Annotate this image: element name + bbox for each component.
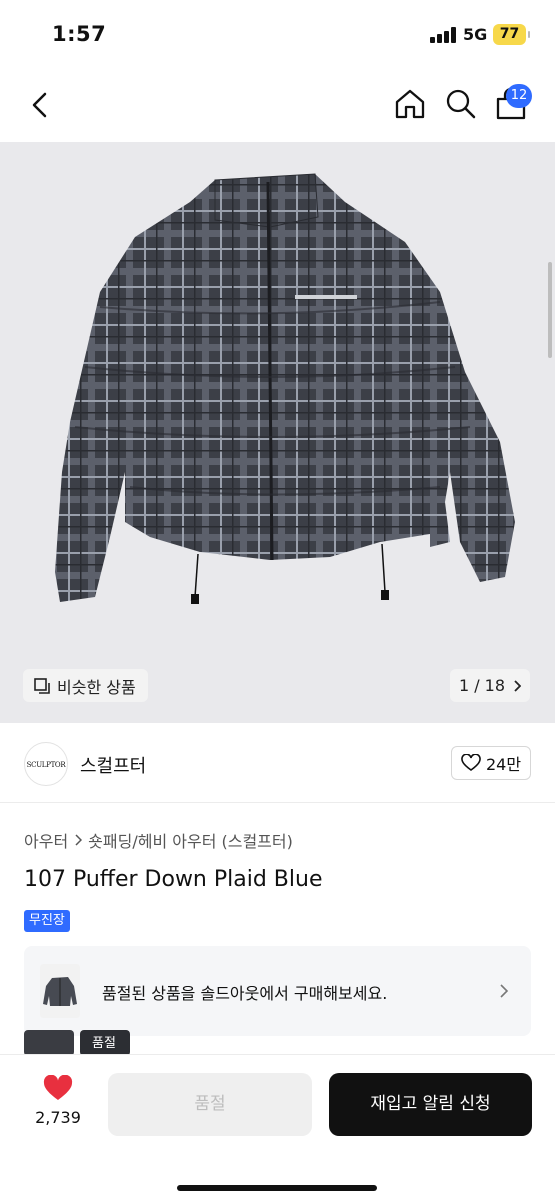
heart-filled-icon	[43, 1074, 73, 1100]
soldout-banner-text: 품절된 상품을 솔드아웃에서 구매해보세요.	[102, 984, 388, 1003]
soldout-banner[interactable]: 품절된 상품을 솔드아웃에서 구매해보세요.	[24, 946, 531, 1036]
similar-products-label: 비슷한 상품	[57, 677, 136, 697]
brand-like-button[interactable]: 24만	[451, 746, 531, 780]
product-image-gallery[interactable]: 비슷한 상품 1 / 18	[0, 142, 555, 723]
copy-icon	[34, 677, 50, 694]
heart-outline-icon	[461, 754, 481, 771]
soldout-button: 품절	[108, 1073, 312, 1136]
product-tag: 무진장	[24, 910, 70, 932]
brand-like-count: 24만	[485, 755, 522, 774]
brand-row: SCULPTOR 스컬프터 24만	[0, 723, 555, 803]
battery-icon: 77	[493, 24, 530, 45]
status-time: 1:57	[52, 22, 107, 46]
cart-count-badge: 12	[506, 84, 532, 108]
similar-products-button[interactable]: 비슷한 상품	[23, 669, 148, 702]
bottom-action-bar: 2,739 품절 재입고 알림 신청	[0, 1054, 555, 1200]
network-label: 5G	[463, 25, 488, 44]
back-arrow-icon[interactable]	[26, 88, 56, 122]
breadcrumb-item[interactable]: 아우터	[24, 828, 68, 852]
option-thumbnail-soldout[interactable]: 품절	[80, 1030, 130, 1056]
soldout-thumbnail	[40, 964, 80, 1018]
wishlist-count: 2,739	[35, 1108, 81, 1127]
chevron-right-icon	[514, 679, 522, 692]
brand-name[interactable]: 스컬프터	[80, 752, 146, 778]
restock-notify-button[interactable]: 재입고 알림 신청	[329, 1073, 532, 1136]
brand-logo[interactable]: SCULPTOR	[24, 742, 68, 786]
option-thumbnail[interactable]	[24, 1030, 74, 1056]
chevron-right-icon	[500, 984, 509, 998]
home-indicator	[177, 1185, 377, 1191]
breadcrumb: 아우터 숏패딩/헤비 아우터 (스컬프터)	[24, 828, 293, 852]
search-icon[interactable]	[444, 87, 478, 121]
page-indicator-text: 1 / 18	[458, 676, 506, 695]
product-title: 107 Puffer Down Plaid Blue	[24, 867, 323, 892]
product-image	[55, 173, 515, 604]
home-icon[interactable]	[393, 87, 427, 121]
scroll-indicator	[548, 262, 552, 358]
chevron-right-icon	[75, 834, 83, 846]
option-thumbnails: 품절	[24, 1030, 144, 1056]
image-page-indicator[interactable]: 1 / 18	[450, 669, 530, 702]
top-nav	[0, 66, 555, 142]
signal-icon	[430, 27, 456, 43]
wishlist-button[interactable]: 2,739	[28, 1074, 88, 1127]
status-bar: 1:57 5G 77	[0, 0, 555, 66]
breadcrumb-item[interactable]: 숏패딩/헤비 아우터 (스컬프터)	[88, 828, 293, 852]
soldout-label: 품절	[92, 1036, 116, 1051]
